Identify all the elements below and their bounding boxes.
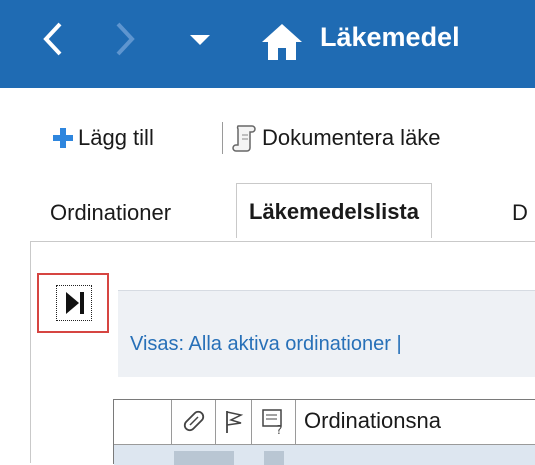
- expand-panel-button[interactable]: [37, 273, 109, 333]
- column-header-flag[interactable]: [216, 400, 252, 444]
- add-button-label: Lägg till: [78, 125, 154, 150]
- svg-text:?: ?: [276, 423, 282, 436]
- home-icon: [262, 24, 302, 60]
- column-header-document[interactable]: ?: [252, 400, 296, 444]
- back-arrow-icon: [43, 22, 62, 56]
- medication-grid: ? Ordinationsna: [113, 399, 535, 465]
- forward-button[interactable]: [104, 14, 144, 64]
- document-question-icon: ?: [262, 409, 282, 436]
- toolbar: Lägg till Dokumentera läke: [0, 88, 535, 183]
- dropdown-arrow-icon: [190, 35, 210, 45]
- flag-icon: [226, 411, 244, 433]
- document-button-label: Dokumentera läke: [262, 125, 441, 150]
- table-row[interactable]: [114, 444, 535, 465]
- forward-arrow-icon: [116, 22, 135, 56]
- home-button[interactable]: [260, 22, 304, 62]
- back-button[interactable]: [34, 14, 74, 64]
- grid-header: ? Ordinationsna: [114, 400, 535, 444]
- add-button[interactable]: Lägg till: [52, 118, 154, 158]
- column-header-pills[interactable]: [172, 400, 216, 444]
- tab-bar: Ordinationer Läkemedelslista D: [30, 183, 535, 243]
- plus-icon: [53, 128, 73, 148]
- pills-icon: [183, 410, 205, 432]
- column-header-label: Ordinationsna: [304, 408, 441, 433]
- tab-truncated[interactable]: D: [512, 189, 528, 237]
- toolbar-divider: [222, 122, 223, 154]
- page-title: Läkemedel: [320, 22, 460, 52]
- history-dropdown-button[interactable]: [180, 14, 220, 64]
- document-button[interactable]: Dokumentera läke: [232, 118, 441, 158]
- play-to-end-icon: [66, 292, 84, 314]
- focus-outline: [56, 285, 92, 321]
- tab-lakemedelslista[interactable]: Läkemedelslista: [236, 183, 432, 238]
- filter-bar: Visas: Alla aktiva ordinationer |: [118, 290, 535, 377]
- row-selector-header: [114, 400, 172, 444]
- filter-link[interactable]: Visas: Alla aktiva ordinationer |: [130, 333, 402, 356]
- tab-ordinationer[interactable]: Ordinationer: [50, 189, 171, 237]
- app-header: Läkemedel: [0, 0, 535, 88]
- column-header-ordination[interactable]: Ordinationsna: [296, 400, 535, 444]
- scroll-document-icon: [232, 125, 256, 152]
